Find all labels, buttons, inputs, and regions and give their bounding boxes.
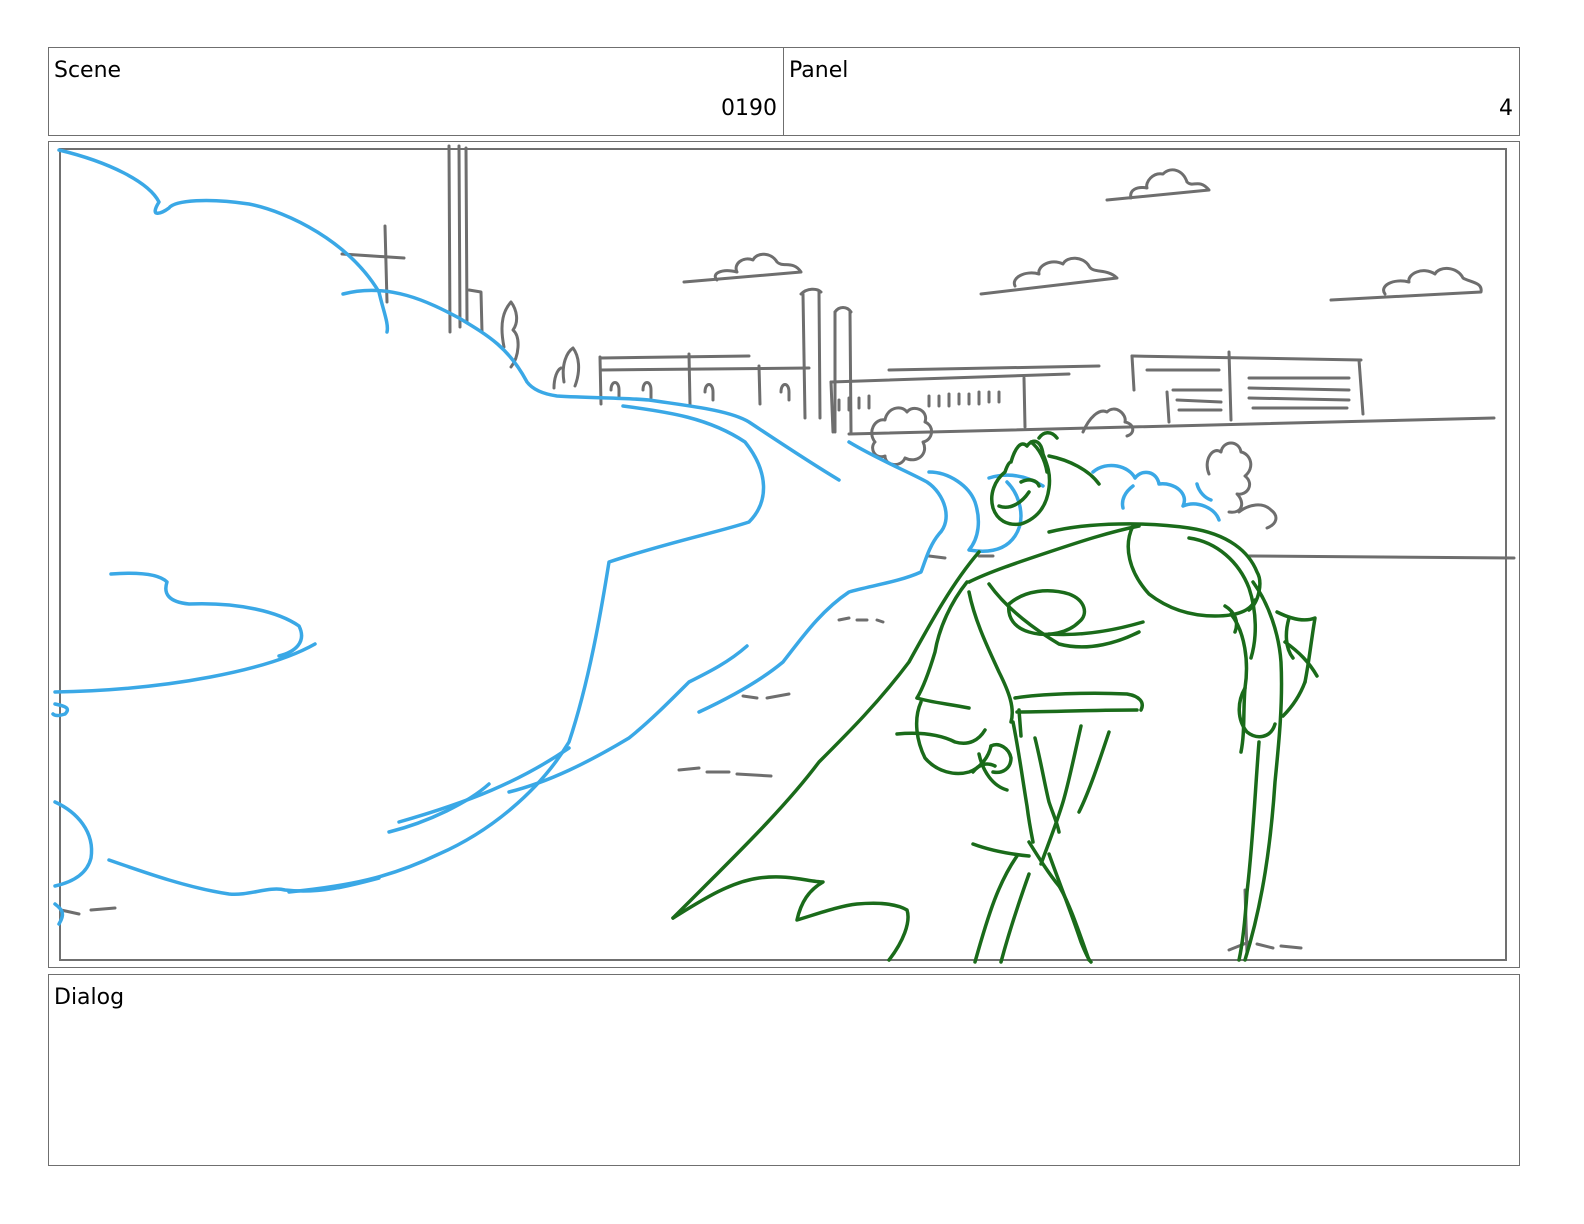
dialog-label: Dialog [54, 985, 125, 1010]
storyboard-frame [48, 141, 1520, 968]
scene-label: Scene [54, 58, 122, 83]
scene-number[interactable]: 0190 [721, 96, 777, 122]
panel-field: Panel 4 [783, 47, 1520, 136]
storyboard-sketch [51, 144, 1516, 964]
panel-label: Panel [789, 58, 849, 83]
scene-field: Scene 0190 [48, 47, 784, 136]
background-sketch [59, 144, 1516, 956]
dialog-field[interactable]: Dialog [48, 974, 1520, 1166]
panel-number[interactable]: 4 [1499, 96, 1513, 122]
